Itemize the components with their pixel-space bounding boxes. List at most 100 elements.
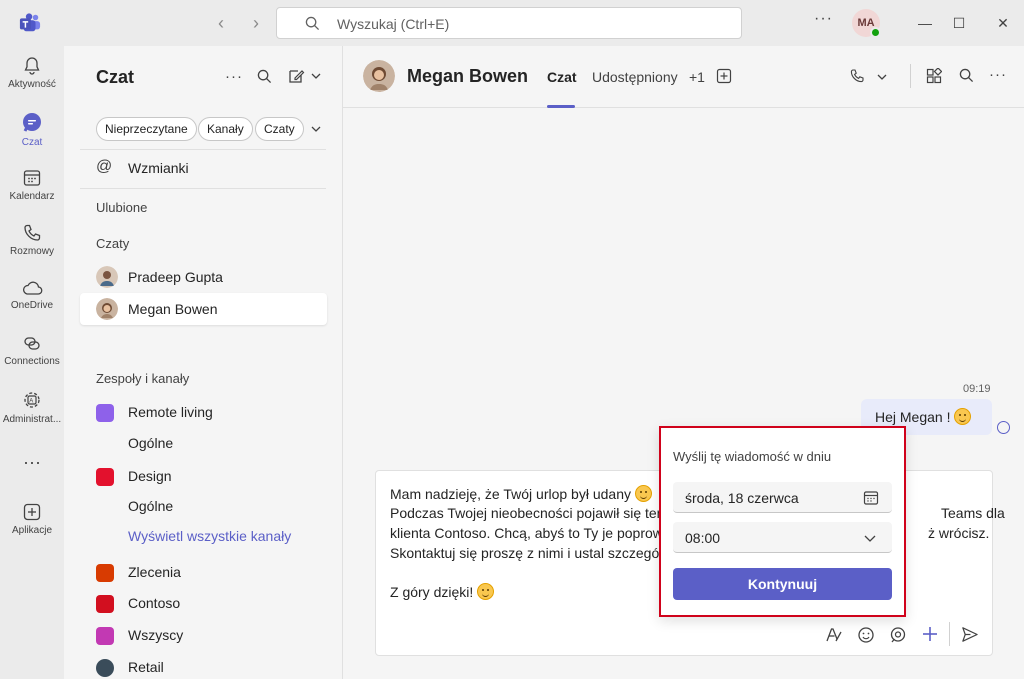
new-chat-icon[interactable] xyxy=(288,68,322,84)
bell-icon xyxy=(24,57,40,75)
rail-calls[interactable]: Rozmowy xyxy=(0,223,64,257)
rail-label: Aplikacje xyxy=(11,525,53,536)
apps-icon[interactable] xyxy=(926,68,942,84)
cloud-icon xyxy=(22,281,43,295)
app-rail: Aktywność Czat Kalendarz Rozmowy OneDriv… xyxy=(0,46,64,679)
show-all-channels-link[interactable]: Wyświetl wszystkie kanały xyxy=(128,528,291,544)
team-name: Design xyxy=(128,468,172,484)
composer-line: Z góry dzięki! xyxy=(390,584,474,600)
chat-item-name: Megan Bowen xyxy=(128,301,218,317)
tab-shared[interactable]: Udostępniony xyxy=(592,69,678,85)
rail-more-icon[interactable]: ··· xyxy=(0,452,64,473)
continue-button[interactable]: Kontynuuj xyxy=(673,568,892,600)
avatar xyxy=(96,266,118,288)
chat-header: Megan Bowen Czat Udostępniony +1 ··· xyxy=(343,46,1024,108)
loop-icon[interactable] xyxy=(889,626,907,644)
search-placeholder: Wyszukaj (Ctrl+E) xyxy=(337,16,450,32)
rail-onedrive[interactable]: OneDrive xyxy=(0,279,64,311)
channel-general[interactable]: Ogólne xyxy=(128,498,173,514)
avatar[interactable] xyxy=(363,60,395,92)
composer-line: Skontaktuj się proszę z nimi i ustal szc… xyxy=(390,545,670,561)
back-arrow-icon[interactable]: ‹ xyxy=(211,13,231,33)
chevron-down-icon[interactable] xyxy=(876,72,888,82)
team-contoso[interactable]: Contoso xyxy=(80,587,327,619)
divider xyxy=(80,188,326,189)
team-avatar xyxy=(96,659,114,677)
time-select-field[interactable]: 08:00 xyxy=(673,522,892,553)
mentions-label: Wzmianki xyxy=(128,160,189,176)
close-icon[interactable]: ✕ xyxy=(992,12,1014,34)
phone-icon xyxy=(24,224,41,241)
team-wszyscy[interactable]: Wszyscy xyxy=(80,619,327,651)
minimize-icon[interactable]: — xyxy=(914,12,936,34)
team-name: Contoso xyxy=(128,595,181,611)
team-name: Retail xyxy=(128,659,164,675)
admin-icon: A xyxy=(24,392,40,408)
calendar-icon xyxy=(23,170,41,186)
schedule-send-popup: Wyślij tę wiadomość w dniu środa, 18 cze… xyxy=(659,426,906,617)
search-icon[interactable] xyxy=(959,68,974,83)
more-options-icon[interactable]: ··· xyxy=(989,66,1007,83)
calendar-icon[interactable] xyxy=(863,490,879,506)
search-icon[interactable] xyxy=(257,69,272,84)
add-tab-icon[interactable] xyxy=(716,68,732,84)
team-remote-living[interactable]: Remote living xyxy=(80,396,327,428)
teams-logo-icon[interactable] xyxy=(19,12,41,34)
date-picker-field[interactable]: środa, 18 czerwca xyxy=(673,482,892,513)
connections-icon xyxy=(24,337,40,350)
filter-unread-button[interactable]: Nieprzeczytane xyxy=(96,117,197,141)
schedule-popup-title: Wyślij tę wiadomość w dniu xyxy=(673,449,832,464)
team-name: Zlecenia xyxy=(128,564,181,580)
smile-emoji-icon xyxy=(477,583,495,600)
rail-label: Rozmowy xyxy=(10,246,54,257)
tab-more[interactable]: +1 xyxy=(689,69,705,85)
rail-calendar[interactable]: Kalendarz xyxy=(0,168,64,202)
chat-item-pradeep-gupta[interactable]: Pradeep Gupta xyxy=(80,261,327,293)
chats-heading[interactable]: Czaty xyxy=(96,236,129,251)
at-icon: @ xyxy=(96,158,113,175)
more-options-icon[interactable]: ··· xyxy=(225,68,243,85)
format-icon[interactable] xyxy=(825,626,843,644)
team-name: Remote living xyxy=(128,404,213,420)
chevron-down-icon[interactable] xyxy=(310,123,322,135)
chat-item-megan-bowen[interactable]: Megan Bowen xyxy=(80,293,327,325)
rail-connections[interactable]: Connections xyxy=(0,333,64,367)
avatar xyxy=(96,298,118,320)
composer-line: Mam nadzieję, że Twój urlop był udany xyxy=(390,486,631,502)
rail-activity[interactable]: Aktywność xyxy=(0,56,64,90)
team-retail[interactable]: Retail xyxy=(80,651,327,679)
date-value: środa, 18 czerwca xyxy=(685,490,799,506)
filter-channels-button[interactable]: Kanały xyxy=(198,117,253,141)
team-design[interactable]: Design xyxy=(80,460,327,492)
chat-item-name: Pradeep Gupta xyxy=(128,269,223,285)
search-input[interactable]: Wyszukaj (Ctrl+E) xyxy=(276,7,742,39)
message-text: Hej Megan ! xyxy=(875,409,951,425)
plus-icon[interactable] xyxy=(920,624,940,644)
rail-apps[interactable]: Aplikacje xyxy=(0,502,64,536)
team-avatar xyxy=(96,404,114,422)
team-avatar xyxy=(96,595,114,613)
forward-arrow-icon[interactable]: › xyxy=(246,13,266,33)
rail-chat[interactable]: Czat xyxy=(0,112,64,148)
send-icon[interactable] xyxy=(960,625,979,644)
maximize-icon[interactable]: ☐ xyxy=(948,12,970,34)
chat-contact-name: Megan Bowen xyxy=(407,66,529,86)
title-bar: ‹ › Wyszukaj (Ctrl+E) ··· MA — ☐ ✕ xyxy=(0,0,1024,46)
smile-emoji-icon xyxy=(634,485,652,502)
rail-label: Administrat... xyxy=(2,414,62,425)
rail-admin[interactable]: A Administrat... xyxy=(0,389,64,425)
mentions-item[interactable]: @ Wzmianki xyxy=(80,152,327,184)
emoji-icon[interactable] xyxy=(857,626,875,644)
team-avatar xyxy=(96,564,114,582)
rail-label: Connections xyxy=(4,356,60,367)
team-zlecenia[interactable]: Zlecenia xyxy=(80,556,327,588)
favorites-heading[interactable]: Ulubione xyxy=(96,200,147,215)
filter-chats-button[interactable]: Czaty xyxy=(255,117,304,141)
chat-icon xyxy=(23,113,41,132)
chevron-down-icon[interactable] xyxy=(863,533,877,543)
teams-heading[interactable]: Zespoły i kanały xyxy=(96,371,189,386)
more-options-icon[interactable]: ··· xyxy=(814,10,833,28)
tab-chat[interactable]: Czat xyxy=(547,69,577,85)
call-icon[interactable] xyxy=(849,68,865,84)
channel-general[interactable]: Ogólne xyxy=(128,435,173,451)
